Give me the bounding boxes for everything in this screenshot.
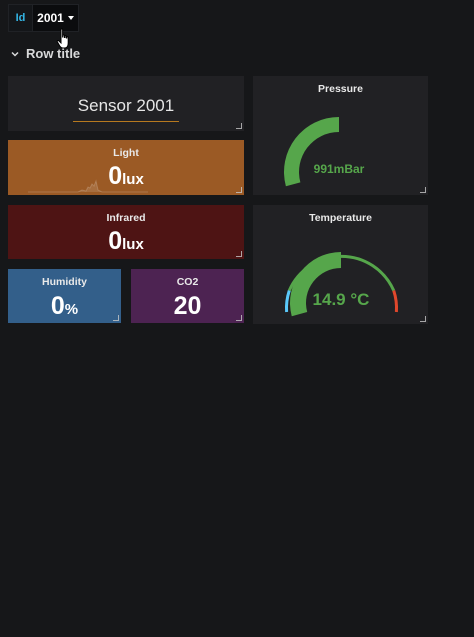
threshold-hot-segment — [392, 290, 399, 313]
co2-value: 20 — [173, 292, 202, 320]
humidity-stat-panel: Humidity 0% — [8, 269, 121, 323]
pressure-value: 991mBar — [314, 162, 365, 176]
row-title: Row title — [26, 46, 81, 61]
humidity-value: 0% — [50, 292, 79, 320]
temperature-gauge: 14.9 °C — [284, 252, 399, 317]
resize-handle-icon[interactable] — [113, 315, 119, 321]
pressure-gauge-panel: Pressure 991mBar — [253, 76, 428, 195]
co2-title: CO2 — [176, 276, 199, 288]
resize-handle-icon[interactable] — [236, 123, 242, 129]
row-header[interactable]: Row title — [10, 46, 80, 61]
chevron-down-icon — [11, 51, 19, 57]
resize-handle-icon[interactable] — [236, 315, 242, 321]
light-stat-panel: Light 0lux — [8, 140, 244, 195]
humidity-title: Humidity — [42, 276, 87, 288]
infrared-stat-panel: Infrared 0lux — [8, 205, 244, 259]
variable-label: Id — [8, 4, 33, 32]
resize-handle-icon[interactable] — [236, 187, 242, 193]
co2-stat-panel: CO2 20 — [131, 269, 244, 323]
caret-down-icon — [67, 16, 74, 20]
infrared-value: 0lux — [108, 227, 144, 255]
threshold-cold-segment — [284, 290, 291, 313]
pressure-gauge: 991mBar — [284, 117, 365, 187]
sensor-underline — [73, 121, 179, 122]
sensor-label: Sensor 2001 — [77, 96, 175, 115]
temperature-value: 14.9 °C — [313, 290, 370, 309]
sensor-text-panel: Sensor 2001 — [8, 76, 244, 131]
temperature-gauge-panel: Temperature 14.9 °C — [253, 205, 428, 324]
light-value: 0lux — [108, 162, 144, 190]
infrared-title: Infrared — [106, 212, 146, 224]
variable-value: 2001 — [37, 11, 64, 25]
resize-handle-icon[interactable] — [420, 316, 426, 322]
resize-handle-icon[interactable] — [420, 187, 426, 193]
resize-handle-icon[interactable] — [236, 251, 242, 257]
